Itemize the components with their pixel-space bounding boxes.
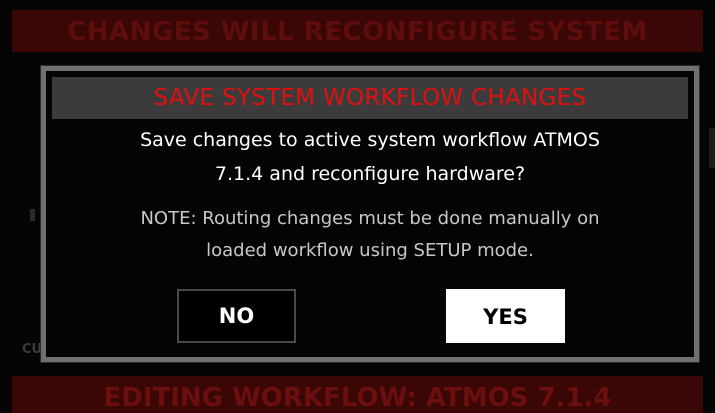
dialog-note-line-1: NOTE: Routing changes must be done manua… [140,208,600,229]
background-top-banner: CHANGES WILL RECONFIGURE SYSTEM [12,10,703,52]
screen: CHANGES WILL RECONFIGURE SYSTEM CU EDITI… [0,0,715,413]
dialog-note-line-2: loaded workflow using SETUP mode. [206,240,534,261]
background-left-fragment: CU [22,342,43,357]
no-button[interactable]: NO [177,289,296,343]
dialog-question-line-1: Save changes to active system workflow A… [140,129,600,151]
dialog-question-line-2: 7.1.4 and reconfigure hardware? [214,163,526,185]
save-workflow-dialog: SAVE SYSTEM WORKFLOW CHANGES Save change… [41,66,699,362]
yes-button[interactable]: YES [446,289,565,343]
background-left-mark [30,209,35,221]
dialog-title: SAVE SYSTEM WORKFLOW CHANGES [52,77,688,119]
background-right-edge [709,128,715,168]
background-bottom-banner: EDITING WORKFLOW: ATMOS 7.1.4 [12,376,703,413]
